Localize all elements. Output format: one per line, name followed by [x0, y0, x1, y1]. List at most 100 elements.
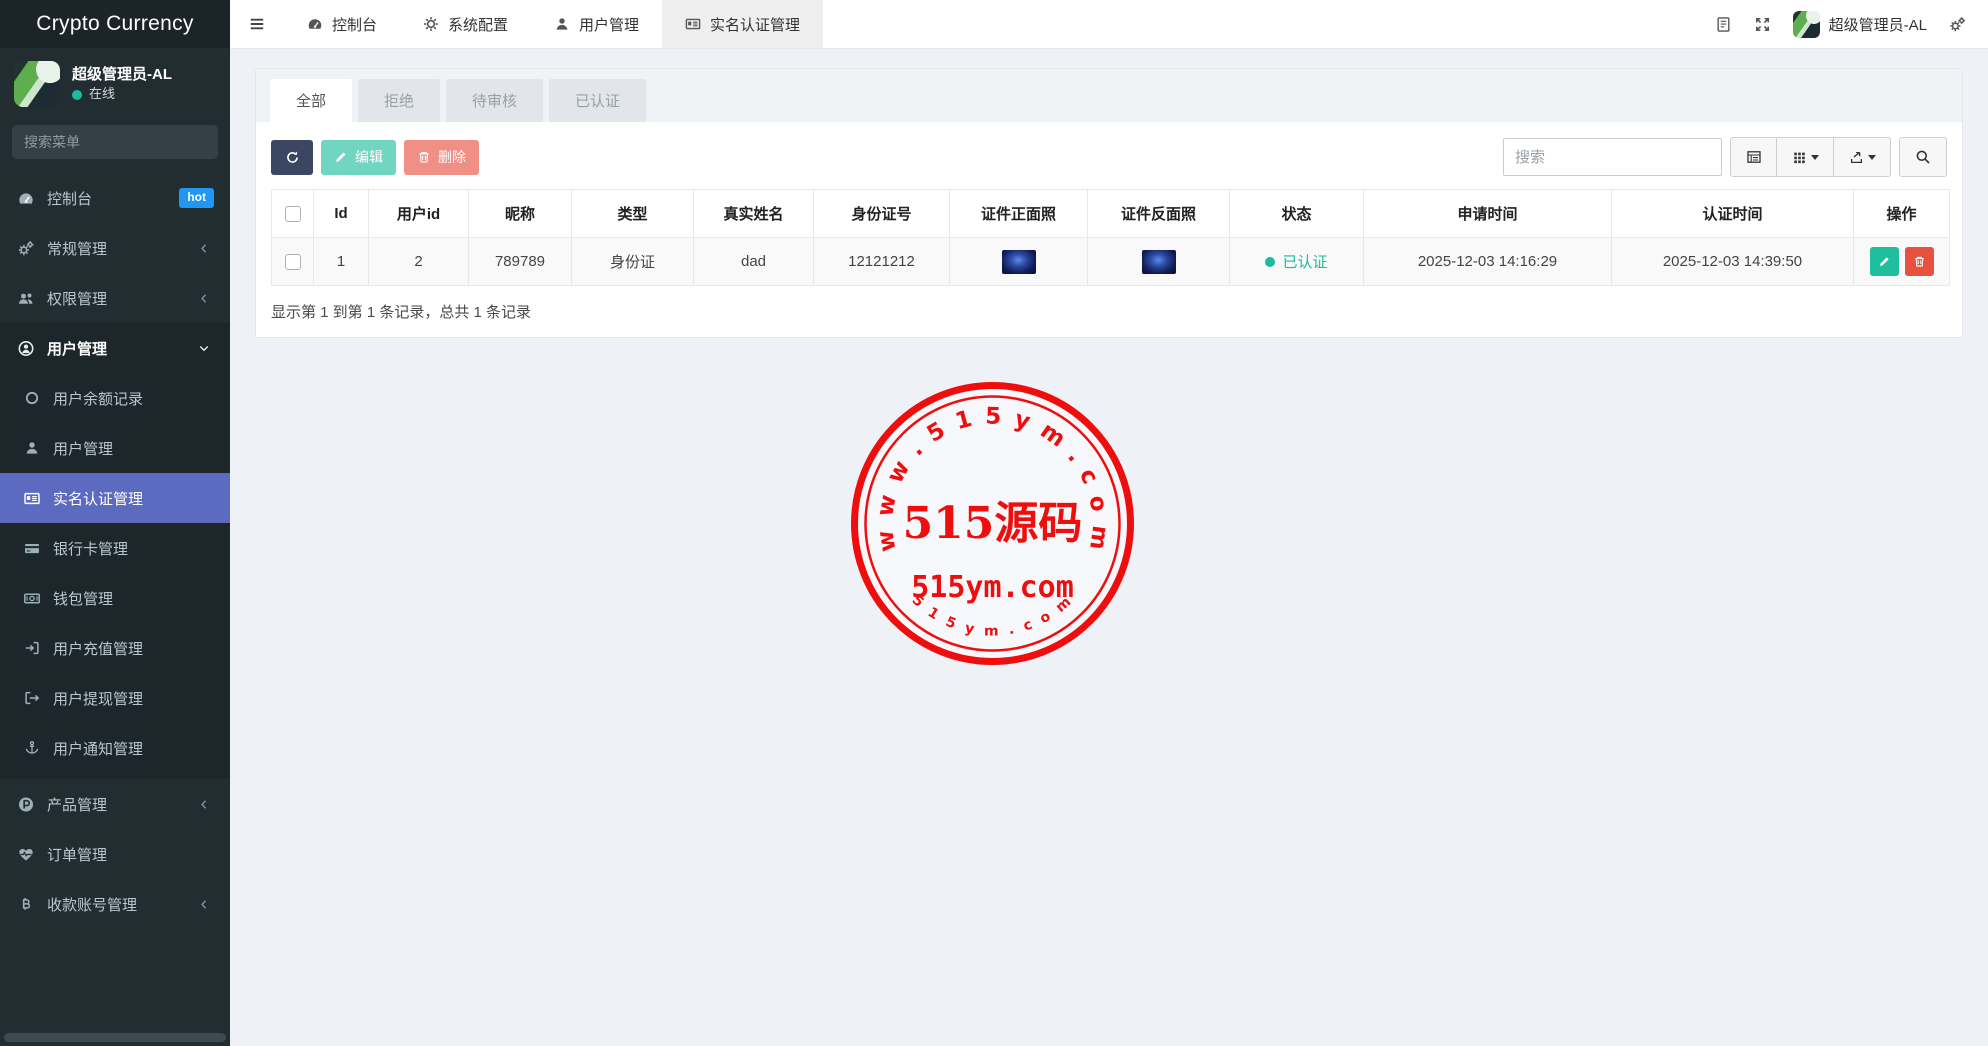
- avatar: [14, 61, 60, 107]
- column-header-real-name[interactable]: 真实姓名: [694, 190, 814, 238]
- chevron-left-icon: [194, 292, 214, 305]
- navbar-tab-label: 用户管理: [579, 14, 639, 35]
- sidebar-item-label: 用户管理: [53, 438, 113, 459]
- column-header-id[interactable]: Id: [314, 190, 369, 238]
- user-icon: [22, 440, 42, 456]
- sidebar-item-users[interactable]: 用户管理: [0, 423, 230, 473]
- settings-button[interactable]: [1949, 16, 1966, 33]
- column-header-id-number[interactable]: 身份证号: [814, 190, 950, 238]
- cogs-icon: [16, 240, 36, 257]
- sidebar-item-realname-auth[interactable]: 实名认证管理: [0, 473, 230, 523]
- refresh-icon: [285, 150, 300, 165]
- app-title: Crypto Currency: [36, 12, 193, 36]
- edit-button[interactable]: 编辑: [321, 140, 396, 175]
- credit-card-icon: [22, 540, 42, 557]
- status-tabs: 全部 拒绝 待审核 已认证: [256, 69, 1962, 122]
- product-p-icon: [16, 796, 36, 813]
- column-header-apply-time[interactable]: 申请时间: [1364, 190, 1612, 238]
- table-search-input[interactable]: [1503, 138, 1722, 176]
- column-header-back-photo[interactable]: 证件反面照: [1088, 190, 1230, 238]
- gear-icon: [423, 16, 439, 32]
- file-text-button[interactable]: [1715, 16, 1732, 33]
- chevron-down-icon: [194, 342, 214, 355]
- status-badge: 已认证: [1265, 251, 1327, 272]
- sidebar-item-label: 控制台: [47, 188, 92, 209]
- sidebar-item-payment-accounts[interactable]: 收款账号管理: [0, 879, 230, 929]
- sidebar-item-label: 产品管理: [47, 794, 107, 815]
- row-delete-button[interactable]: [1905, 247, 1934, 276]
- sidebar-item-dashboard[interactable]: 控制台 hot: [0, 173, 230, 223]
- sidebar-item-permissions[interactable]: 权限管理: [0, 273, 230, 323]
- money-icon: [22, 590, 42, 607]
- pencil-icon: [334, 150, 348, 164]
- navbar-tab-system-config[interactable]: 系统配置: [400, 0, 531, 48]
- tab-pending[interactable]: 待审核: [446, 79, 543, 122]
- sign-in-icon: [22, 640, 42, 656]
- search-toggle-button[interactable]: [1899, 137, 1947, 177]
- column-header-status[interactable]: 状态: [1230, 190, 1364, 238]
- user-menu[interactable]: 超级管理员-AL: [1793, 11, 1927, 38]
- top-navbar: 控制台 系统配置 用户管理 实名认证管理: [230, 0, 1988, 49]
- app-logo[interactable]: Crypto Currency: [0, 0, 230, 48]
- sidebar-item-products[interactable]: 产品管理: [0, 779, 230, 829]
- sidebar-item-user-balance-log[interactable]: 用户余额记录: [0, 373, 230, 423]
- export-button[interactable]: [1833, 137, 1891, 177]
- online-status-label: 在线: [89, 85, 115, 104]
- chevron-left-icon: [194, 242, 214, 255]
- column-header-verify-time[interactable]: 认证时间: [1612, 190, 1854, 238]
- sidebar-item-label: 订单管理: [47, 844, 107, 865]
- row-edit-button[interactable]: [1870, 247, 1899, 276]
- sidebar-toggle-button[interactable]: [230, 0, 284, 48]
- fullscreen-button[interactable]: [1754, 16, 1771, 33]
- refresh-button[interactable]: [271, 140, 313, 175]
- row-checkbox[interactable]: [285, 254, 301, 270]
- sidebar-item-general[interactable]: 常规管理: [0, 223, 230, 273]
- cell-apply-time: 2025-12-03 14:16:29: [1364, 238, 1612, 286]
- search-icon[interactable]: [207, 135, 208, 150]
- navbar-tab-realname-auth[interactable]: 实名认证管理: [662, 0, 823, 48]
- navbar-tab-label: 系统配置: [448, 14, 508, 35]
- expand-icon: [1754, 16, 1771, 33]
- id-back-photo-thumbnail[interactable]: [1142, 250, 1176, 274]
- tab-rejected[interactable]: 拒绝: [358, 79, 440, 122]
- cell-type: 身份证: [572, 238, 694, 286]
- caret-down-icon: [1868, 155, 1876, 160]
- navbar-username: 超级管理员-AL: [1829, 14, 1927, 35]
- sidebar-item-user-deposits[interactable]: 用户充值管理: [0, 623, 230, 673]
- sidebar-item-label: 用户充值管理: [53, 638, 143, 659]
- sidebar-item-user-management[interactable]: 用户管理: [0, 323, 230, 373]
- column-header-front-photo[interactable]: 证件正面照: [950, 190, 1088, 238]
- user-name: 超级管理员-AL: [72, 64, 172, 86]
- list-icon: [1746, 149, 1762, 165]
- sidebar-item-label: 实名认证管理: [53, 488, 143, 509]
- user-status: 在线: [72, 85, 172, 104]
- common-search-button[interactable]: [1730, 137, 1777, 177]
- sidebar-item-orders[interactable]: 订单管理: [0, 829, 230, 879]
- navbar-tab-user-management[interactable]: 用户管理: [531, 0, 662, 48]
- sidebar-item-bank-cards[interactable]: 银行卡管理: [0, 523, 230, 573]
- sidebar-item-user-withdrawals[interactable]: 用户提现管理: [0, 673, 230, 723]
- sidebar-item-label: 钱包管理: [53, 588, 113, 609]
- column-header-user-id[interactable]: 用户id: [369, 190, 469, 238]
- sidebar-item-user-notifications[interactable]: 用户通知管理: [0, 723, 230, 773]
- tab-verified[interactable]: 已认证: [549, 79, 646, 122]
- sidebar-search-input[interactable]: [22, 133, 207, 151]
- navbar-tab-dashboard[interactable]: 控制台: [284, 0, 400, 48]
- bitcoin-icon: [16, 896, 36, 913]
- sign-out-icon: [22, 690, 42, 706]
- select-all-checkbox[interactable]: [285, 206, 301, 222]
- delete-button[interactable]: 删除: [404, 140, 479, 175]
- column-header-type[interactable]: 类型: [572, 190, 694, 238]
- tab-all[interactable]: 全部: [270, 79, 352, 122]
- table-row[interactable]: 1 2 789789 身份证 dad 12121212 已认证: [272, 238, 1950, 286]
- grid-icon: [1792, 150, 1807, 165]
- column-header-nickname[interactable]: 昵称: [469, 190, 572, 238]
- sidebar-scrollbar[interactable]: [4, 1033, 226, 1042]
- columns-button[interactable]: [1776, 137, 1834, 177]
- id-front-photo-thumbnail[interactable]: [1002, 250, 1036, 274]
- sidebar-item-wallets[interactable]: 钱包管理: [0, 573, 230, 623]
- status-dot: [1265, 257, 1275, 267]
- records-summary: 显示第 1 到第 1 条记录，总共 1 条记录: [271, 301, 1947, 322]
- sidebar-item-label: 用户管理: [47, 338, 107, 359]
- heartbeat-icon: [16, 846, 36, 863]
